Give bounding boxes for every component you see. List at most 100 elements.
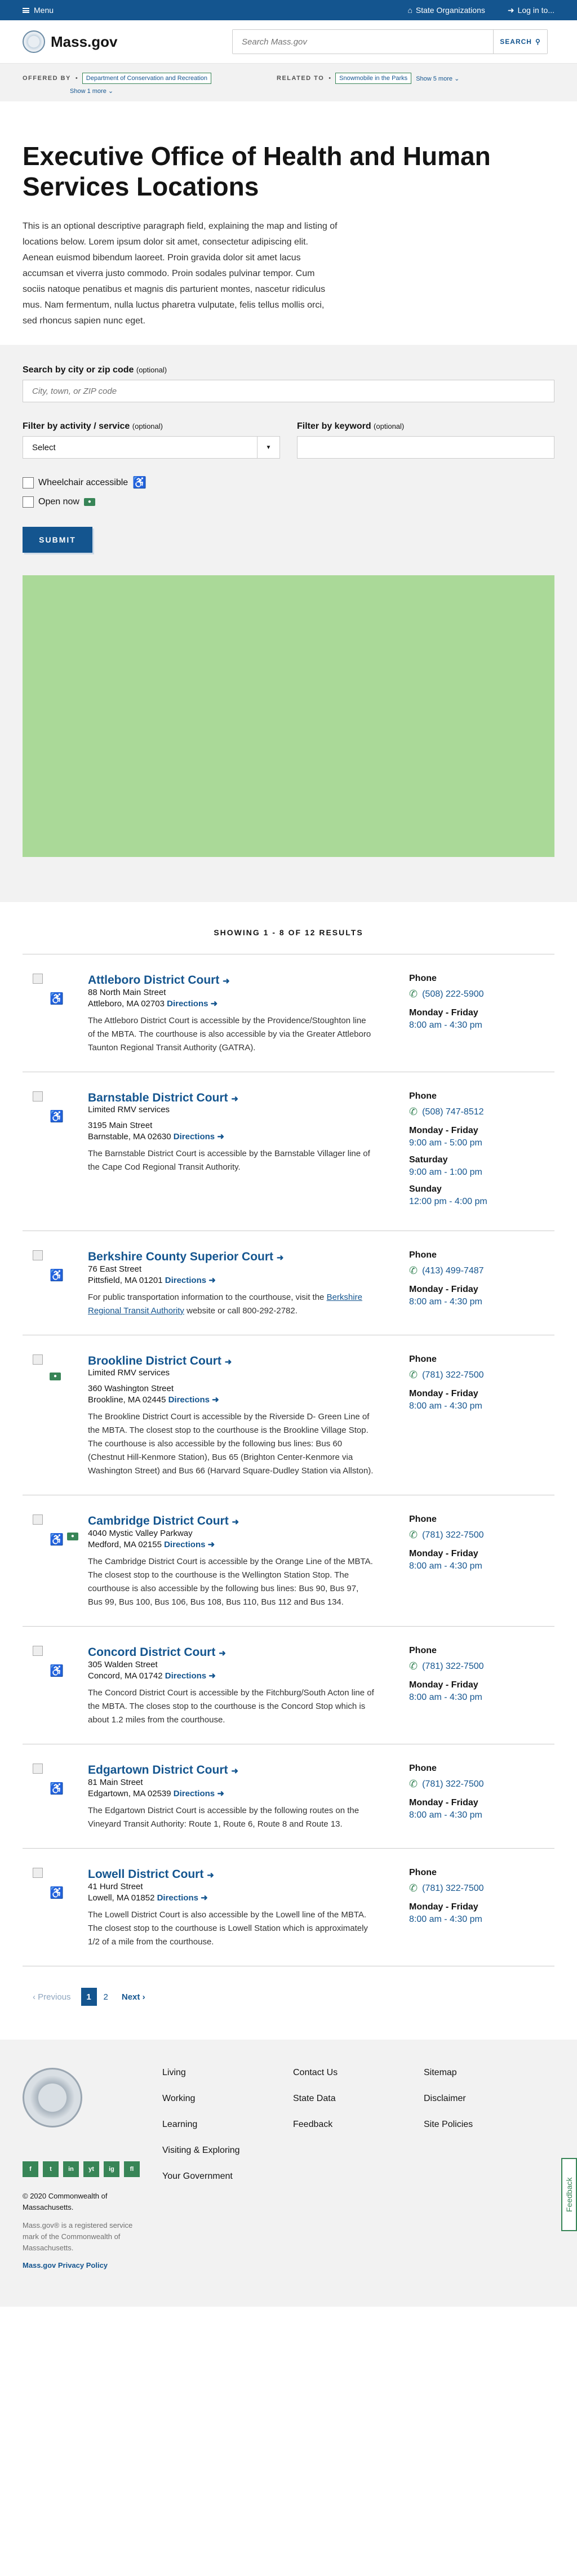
related-to-tag[interactable]: Snowmobile in the Parks: [335, 73, 412, 84]
chevron-down-icon: ⌄: [454, 75, 460, 82]
trademark-notice: Mass.gov® is a registered service mark o…: [23, 2221, 133, 2252]
open-now-checkbox[interactable]: [23, 496, 34, 508]
header-search-input[interactable]: [233, 30, 493, 54]
activity-filter-label: Filter by activity / service (optional): [23, 421, 163, 431]
location-address: 360 Washington Street Brookline, MA 02445…: [88, 1384, 219, 1405]
location-image: [33, 1646, 43, 1656]
header-search-button[interactable]: SEARCH ⚲: [493, 30, 547, 54]
location-address: 41 Hurd Street Lowell, MA 01852 Direction…: [88, 1882, 208, 1903]
page-1-button[interactable]: 1: [81, 1988, 97, 2006]
footer-link[interactable]: Sitemap: [424, 2068, 457, 2077]
open-now-checkbox-row[interactable]: Open now ●: [23, 496, 554, 508]
utility-bar: Menu ⌂ State Organizations ➜ Log in to..…: [0, 0, 577, 20]
menu-button[interactable]: Menu: [23, 6, 54, 15]
location-card: ♿ ● Cambridge District Court ➜ 4040 Mystic …: [23, 1495, 554, 1627]
hours-day: Monday - Friday: [409, 1389, 478, 1398]
footer-link[interactable]: Learning: [162, 2120, 197, 2129]
locations-map[interactable]: [23, 575, 554, 857]
footer-link[interactable]: Your Government: [162, 2171, 233, 2181]
previous-page-link[interactable]: ‹ Previous: [33, 1992, 71, 2002]
flickr-icon[interactable]: fl: [124, 2161, 140, 2177]
arrow-right-icon: ➜: [217, 1789, 224, 1798]
twitter-icon[interactable]: t: [43, 2161, 59, 2177]
keyword-input[interactable]: [297, 436, 554, 459]
phone-link[interactable]: ✆ (781) 322-7500: [409, 1660, 539, 1672]
phone-link[interactable]: ✆ (781) 322-7500: [409, 1778, 539, 1790]
page-2-button[interactable]: 2: [104, 1992, 108, 2002]
phone-link[interactable]: ✆ (413) 499-7487: [409, 1265, 539, 1277]
location-description: The Edgartown District Court is accessib…: [88, 1806, 359, 1829]
site-logo[interactable]: Mass.gov: [23, 30, 118, 53]
footer-link[interactable]: Working: [162, 2094, 195, 2103]
phone-icon: ✆: [409, 1882, 418, 1894]
location-image: [33, 1354, 43, 1365]
location-name-link[interactable]: Cambridge District Court ➜: [88, 1514, 239, 1527]
phone-heading: Phone: [409, 1091, 437, 1101]
directions-link[interactable]: Directions ➜: [168, 1395, 219, 1405]
youtube-icon[interactable]: yt: [83, 2161, 99, 2177]
location-name-link[interactable]: Edgartown District Court ➜: [88, 1764, 238, 1776]
hours-time: 8:00 am - 4:30 pm: [409, 1915, 482, 1924]
submit-button[interactable]: SUBMIT: [23, 527, 92, 553]
directions-link[interactable]: Directions ➜: [157, 1893, 208, 1903]
directions-link[interactable]: Directions ➜: [165, 1671, 216, 1681]
offered-by-tag[interactable]: Department of Conservation and Recreatio…: [82, 73, 211, 84]
location-name-link[interactable]: Concord District Court ➜: [88, 1646, 226, 1659]
location-name-link[interactable]: Brookline District Court ➜: [88, 1354, 232, 1367]
wheelchair-checkbox[interactable]: [23, 477, 34, 488]
location-address: 76 East Street Pittsfield, MA 01201 Direc…: [88, 1264, 216, 1285]
results-list: ♿ Attleboro District Court ➜ 88 North Main…: [0, 954, 577, 1966]
phone-link[interactable]: ✆ (781) 322-7500: [409, 1369, 539, 1381]
directions-link[interactable]: Directions ➜: [174, 1132, 224, 1142]
directions-link[interactable]: Directions ➜: [167, 999, 218, 1009]
facebook-icon[interactable]: f: [23, 2161, 38, 2177]
feedback-tab[interactable]: Feedback: [561, 2158, 577, 2231]
hours-day: Monday - Friday: [409, 1680, 478, 1690]
next-page-link[interactable]: Next ›: [122, 1992, 145, 2002]
login-button[interactable]: ➜ Log in to...: [508, 6, 554, 15]
phone-link[interactable]: ✆ (508) 222-5900: [409, 988, 539, 1000]
location-card: ♿ Berkshire County Superior Court ➜ 76 Eas…: [23, 1231, 554, 1335]
location-filters: Search by city or zip code (optional) Fi…: [0, 345, 577, 575]
phone-link[interactable]: ✆ (781) 322-7500: [409, 1882, 539, 1894]
phone-heading: Phone: [409, 1250, 437, 1260]
directions-link[interactable]: Directions ➜: [174, 1789, 224, 1798]
wheelchair-icon: ♿: [50, 1887, 64, 1899]
instagram-icon[interactable]: ig: [104, 2161, 119, 2177]
phone-icon: ✆: [409, 1529, 418, 1540]
location-image: [33, 974, 43, 984]
state-organizations-button[interactable]: ⌂ State Organizations: [407, 6, 485, 15]
phone-icon: ✆: [409, 1660, 418, 1672]
privacy-policy-link[interactable]: Mass.gov Privacy Policy: [23, 2261, 108, 2269]
related-show-more-link[interactable]: Show 5 more ⌄: [416, 75, 459, 82]
offered-show-more-link[interactable]: Show 1 more ⌄: [70, 87, 113, 95]
footer-link[interactable]: Contact Us: [293, 2068, 338, 2077]
location-image: [33, 1868, 43, 1878]
menu-label: Menu: [34, 6, 54, 15]
footer-link[interactable]: Site Policies: [424, 2120, 473, 2129]
location-name-link[interactable]: Attleboro District Court ➜: [88, 974, 230, 987]
location-name-link[interactable]: Lowell District Court ➜: [88, 1868, 214, 1881]
arrow-right-icon: ➜: [212, 1395, 219, 1405]
arrow-right-icon: ➜: [219, 1649, 226, 1658]
header-search: SEARCH ⚲: [232, 29, 548, 54]
phone-link[interactable]: ✆ (508) 747-8512: [409, 1106, 539, 1118]
location-card: ♿ Lowell District Court ➜ 41 Hurd Street Lo…: [23, 1849, 554, 1966]
linkedin-icon[interactable]: in: [63, 2161, 79, 2177]
footer-link[interactable]: Disclaimer: [424, 2094, 466, 2103]
wheelchair-checkbox-row[interactable]: Wheelchair accessible ♿: [23, 476, 554, 490]
footer-link[interactable]: Visiting & Exploring: [162, 2146, 240, 2155]
location-name-link[interactable]: Barnstable District Court ➜: [88, 1091, 238, 1104]
activity-select[interactable]: Select ▼: [23, 436, 280, 459]
directions-link[interactable]: Directions ➜: [165, 1276, 216, 1285]
footer-link[interactable]: Feedback: [293, 2120, 332, 2129]
footer-link[interactable]: Living: [162, 2068, 186, 2077]
location-name-link[interactable]: Berkshire County Superior Court ➜: [88, 1250, 283, 1263]
keyword-filter-label: Filter by keyword (optional): [297, 421, 405, 431]
city-zip-input[interactable]: [23, 380, 554, 402]
location-image: [33, 1091, 43, 1102]
footer-link[interactable]: State Data: [293, 2094, 336, 2103]
directions-link[interactable]: Directions ➜: [164, 1540, 215, 1549]
location-card: ♿ Barnstable District Court ➜ Limited RMV …: [23, 1072, 554, 1231]
phone-link[interactable]: ✆ (781) 322-7500: [409, 1529, 539, 1541]
